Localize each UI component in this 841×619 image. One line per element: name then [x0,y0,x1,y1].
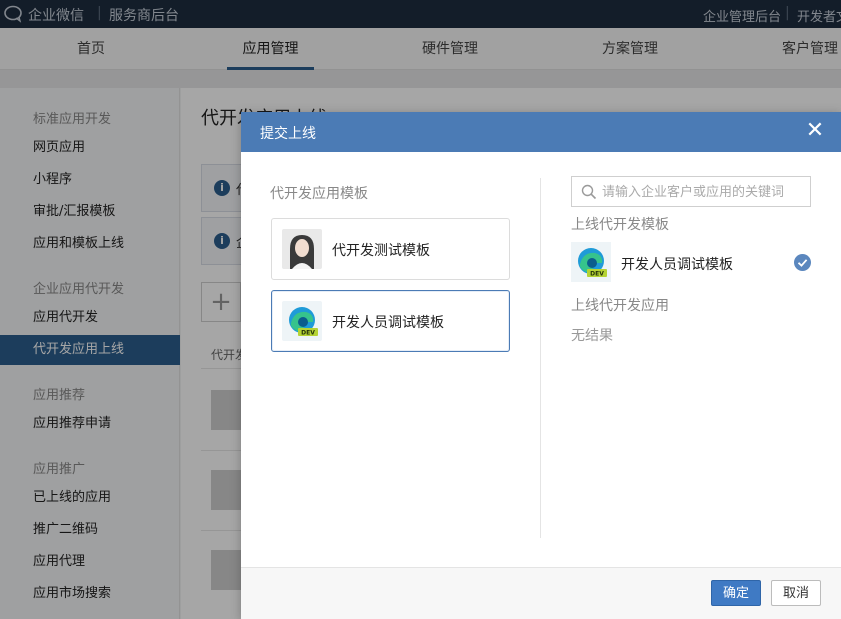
dialog-header: 提交上线 ✕ [241,112,841,152]
selected-template-item[interactable]: DEV 开发人员调试模板 [571,242,816,284]
svg-text:DEV: DEV [590,271,604,278]
search-box [571,176,811,207]
check-icon[interactable] [794,254,811,271]
confirm-button[interactable]: 确定 [711,580,761,606]
dialog-footer: 确定 取消 [241,567,841,619]
portrait-avatar-icon [282,229,322,269]
template-list-title: 代开发应用模板 [270,186,368,202]
template-label: 开发人员调试模板 [332,315,444,331]
close-icon[interactable]: ✕ [803,120,827,144]
launch-template-section-title: 上线代开发模板 [571,217,669,233]
dialog-title: 提交上线 [260,126,316,142]
cancel-button[interactable]: 取消 [771,580,821,606]
edge-dev-icon: DEV [282,301,322,341]
no-result-text: 无结果 [571,328,613,344]
column-divider [540,178,541,538]
launch-app-section-title: 上线代开发应用 [571,298,669,314]
template-label: 代开发测试模板 [332,243,430,259]
search-input[interactable] [602,181,802,203]
svg-text:DEV: DEV [301,330,315,337]
submit-launch-dialog: 提交上线 ✕ 代开发应用模板 代开发测试模板 DEV 开发人员调试模板 请输入企… [241,112,841,619]
template-card-test[interactable]: 代开发测试模板 [271,218,510,280]
selected-template-label: 开发人员调试模板 [621,257,733,273]
edge-dev-icon: DEV [571,242,611,282]
search-icon [581,184,597,200]
template-card-dev-debug[interactable]: DEV 开发人员调试模板 [271,290,510,352]
